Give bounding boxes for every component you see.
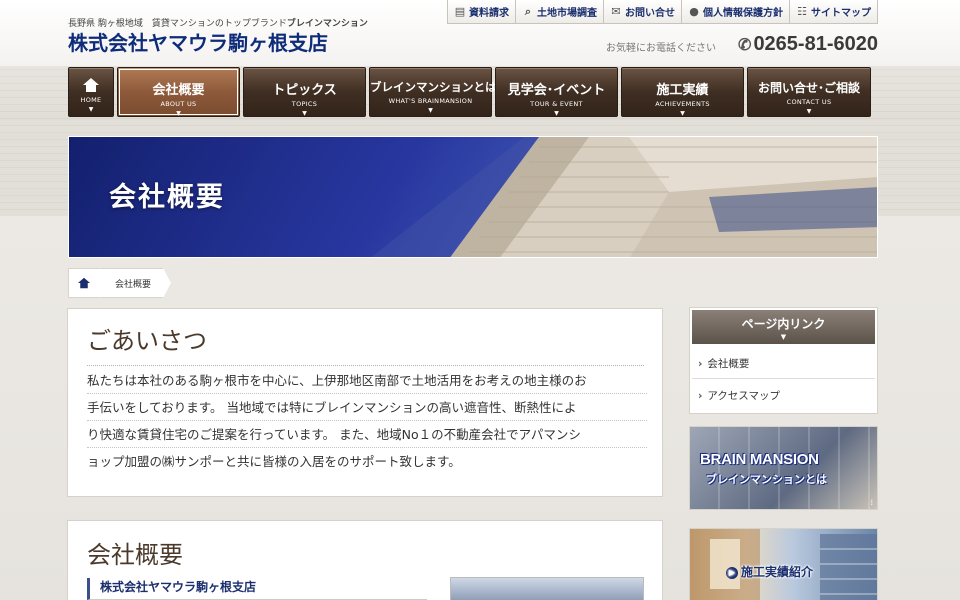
utility-land-survey[interactable]: ⌕ 土地市場調査 (516, 0, 604, 24)
works-banner-label: ▶ 施工実績紹介 (726, 563, 813, 580)
utility-label: お問い合せ (625, 8, 675, 19)
greeting-line: 私たちは本社のある駒ヶ根市を中心に、上伊那地区南部で土地活用をお考えの地主様のお (87, 367, 647, 394)
nav-label: トピックス (272, 83, 337, 98)
breadcrumb-home[interactable] (68, 268, 100, 298)
nav-sublabel: ABOUT US (160, 100, 197, 108)
utility-label: 個人情報保護方針 (703, 8, 783, 19)
nav-label: 見学会･イベント (507, 83, 606, 98)
nav-tour-event[interactable]: 見学会･イベント TOUR & EVENT ▼ (495, 67, 618, 117)
greeting-section: ごあいさつ 私たちは本社のある駒ヶ根市を中心に、上伊那地区南部で土地活用をお考え… (67, 308, 663, 497)
sidebar-page-links: ページ内リンク ▼ 会社概要 アクセスマップ (689, 307, 878, 414)
nav-label: 施工実績 (656, 83, 709, 98)
nav-sublabel: TOUR & EVENT (530, 100, 583, 108)
caret-down-icon: ▼ (302, 110, 307, 117)
caret-down-icon: ▼ (88, 106, 94, 113)
caret-down-icon: ▼ (176, 110, 181, 117)
mail-icon: ✉ (611, 4, 621, 18)
search-icon: ⌕ (524, 4, 532, 18)
company-logo-link[interactable]: 株式会社ヤマウラ駒ヶ根支店 (68, 27, 328, 56)
greeting-heading: ごあいさつ (87, 327, 207, 355)
phone-label: お気軽にお電話ください (606, 43, 716, 54)
breadcrumb-separator (99, 268, 107, 298)
office-photo (450, 577, 644, 600)
nav-sublabel: CONTACT US (786, 98, 832, 106)
utility-label: 土地市場調査 (537, 8, 597, 19)
site-header: 長野県 駒ヶ根地域 賃貸マンションのトップブランドブレインマンション 株式会社ヤ… (68, 0, 878, 66)
sidebar-link-access-map[interactable]: アクセスマップ (698, 388, 870, 403)
brain-banner-subtitle: ブレインマンションとは (706, 473, 827, 486)
nav-sublabel: WHAT'S BRAINMANSION (388, 97, 473, 105)
banner-background (690, 427, 877, 509)
brain-banner-title: BRAIN MANSION (700, 451, 819, 468)
caret-down-icon: ▼ (806, 108, 812, 115)
nav-label: お問い合せ･ご相談 (757, 81, 860, 95)
main-nav: HOME ▼ 会社概要 ABOUT US ▼ トピックス TOPICS ▼ ブレ… (68, 67, 878, 117)
more-dots-icon: ⁞ (870, 498, 873, 507)
nav-about-us[interactable]: 会社概要 ABOUT US ▼ (117, 67, 240, 117)
works-banner-text: 施工実績紹介 (741, 565, 814, 579)
nav-contact[interactable]: お問い合せ･ご相談 CONTACT US ▼ (747, 67, 871, 117)
sitemap-icon: ☷ (797, 4, 807, 18)
nav-home-label: HOME (80, 96, 102, 104)
home-icon (83, 78, 99, 92)
greeting-line: 手伝いをしております。 当地域では特にブレインマンションの高い遮音性、断熱性によ (87, 394, 647, 421)
nav-sublabel: ACHIEVEMENTS (655, 100, 710, 108)
nav-topics[interactable]: トピックス TOPICS ▼ (243, 67, 366, 117)
utility-sitemap[interactable]: ☷ サイトマップ (790, 0, 878, 24)
phone-icon: ✆ (738, 37, 752, 54)
sidebar-links-title-text: ページ内リンク (741, 317, 826, 331)
greeting-line: ョップ加盟の㈱サンポーと共に皆様の入居をのサポート致します。 (87, 454, 461, 469)
hero-title: 会社概要 (109, 182, 225, 213)
home-icon (78, 277, 90, 289)
nav-label: 会社概要 (152, 83, 205, 98)
hero-banner: 会社概要 (68, 136, 878, 258)
nav-label: ブレインマンションとは (370, 80, 497, 94)
phone-number[interactable]: ✆ 0265-81-6020 (738, 33, 878, 56)
utility-label: サイトマップ (811, 8, 871, 19)
caret-down-icon: ▼ (554, 110, 559, 117)
document-icon: ▤ (454, 4, 466, 18)
profile-heading: 会社概要 (87, 541, 183, 569)
utility-privacy[interactable]: ● 個人情報保護方針 (682, 0, 790, 24)
utility-contact[interactable]: ✉ お問い合せ (604, 0, 682, 24)
breadcrumb: 会社概要 (68, 268, 172, 298)
caret-down-icon: ▼ (680, 110, 685, 117)
sidebar-links-title: ページ内リンク ▼ (692, 310, 875, 344)
nav-home[interactable]: HOME ▼ (68, 67, 114, 117)
caret-down-icon: ▼ (428, 107, 433, 114)
works-banner[interactable]: ▶ 施工実績紹介 (689, 528, 878, 600)
utility-request-docs[interactable]: ▤ 資料請求 (447, 0, 516, 24)
phone-number-text: 0265-81-6020 (753, 33, 878, 55)
profile-subheading: 株式会社ヤマウラ駒ヶ根支店 (87, 578, 427, 600)
nav-sublabel: TOPICS (291, 100, 318, 108)
greeting-text: 私たちは本社のある駒ヶ根市を中心に、上伊那地区南部で土地活用をお考えの地主様のお… (87, 367, 647, 475)
caret-down-icon: ▼ (780, 333, 787, 341)
nav-brainmansion[interactable]: ブレインマンションとは WHAT'S BRAINMANSION ▼ (369, 67, 497, 117)
brain-mansion-banner[interactable]: BRAIN MANSION ブレインマンションとは ⁞ (689, 426, 878, 510)
greeting-line: り快適な賃貸住宅のご提案を行っています。 また、地域No１の不動産会社でアパマン… (87, 421, 647, 448)
utility-label: 資料請求 (469, 8, 509, 19)
arrow-circle-icon: ▶ (726, 567, 738, 579)
divider (87, 365, 644, 366)
breadcrumb-current: 会社概要 (99, 268, 164, 298)
company-profile-section: 会社概要 株式会社ヤマウラ駒ヶ根支店 (67, 520, 663, 600)
breadcrumb-end (163, 268, 172, 298)
nav-achievements[interactable]: 施工実績 ACHIEVEMENTS ▼ (621, 67, 744, 117)
utility-nav: ▤ 資料請求 ⌕ 土地市場調査 ✉ お問い合せ ● 個人情報保護方針 ☷ サイト… (447, 0, 878, 24)
person-icon: ● (689, 4, 699, 18)
divider (692, 378, 875, 379)
sidebar-link-about[interactable]: 会社概要 (698, 356, 870, 371)
